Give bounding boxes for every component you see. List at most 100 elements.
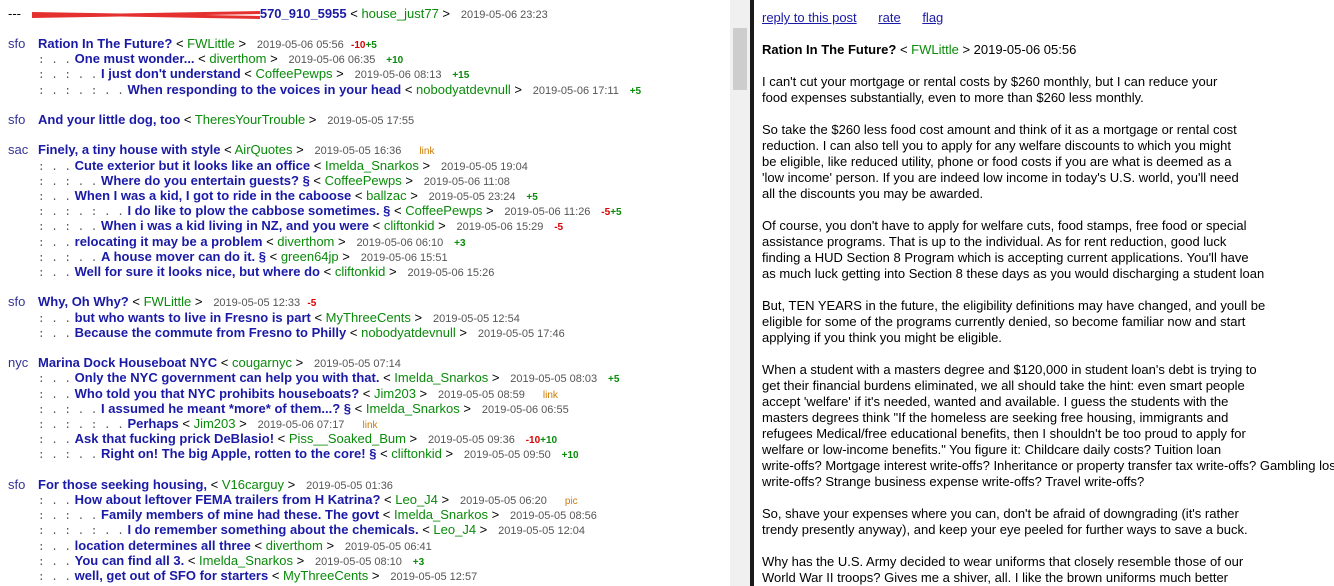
- reply-author[interactable]: Leo_J4: [433, 522, 476, 537]
- thread-author[interactable]: TheresYourTrouble: [195, 112, 305, 127]
- post-title: Ration In The Future?: [762, 42, 897, 57]
- reply-title[interactable]: I do remember something about the chemic…: [127, 522, 418, 537]
- reply-title[interactable]: One must wonder...: [75, 51, 195, 66]
- post-body-line: masters degrees think "If the homeless a…: [762, 410, 1229, 425]
- reply-author[interactable]: Piss__Soaked_Bum: [289, 431, 406, 446]
- thread-author[interactable]: V16carguy: [222, 477, 284, 492]
- reply-title[interactable]: Ask that fucking prick DeBlasio!: [75, 431, 274, 446]
- reply-score: +10: [386, 55, 404, 67]
- reply-tag[interactable]: link: [363, 420, 378, 431]
- reply-date: 2019-05-06 15:26: [407, 267, 495, 279]
- reply-author[interactable]: nobodyatdevnull: [361, 325, 456, 340]
- thread-title[interactable]: For those seeking housing,: [38, 477, 207, 492]
- reply-author[interactable]: CoffeePewps: [405, 203, 482, 218]
- reply-score: +15: [452, 70, 470, 82]
- reply-author[interactable]: Imelda_Snarkos: [394, 370, 488, 385]
- reply-author[interactable]: diverthom: [209, 51, 266, 66]
- reply-title[interactable]: relocating it may be a problem: [75, 234, 263, 249]
- reply-author[interactable]: ballzac: [366, 188, 406, 203]
- reply-date: 2019-05-05 06:41: [344, 540, 432, 553]
- reply-score: +5: [526, 192, 538, 203]
- reply-author[interactable]: CoffeePewps: [325, 173, 402, 188]
- reply-indent: : . .: [38, 161, 72, 174]
- reply-author[interactable]: MyThreeCents: [326, 310, 411, 325]
- reply-title[interactable]: I just don't understand: [101, 66, 241, 81]
- reply-tag[interactable]: link: [543, 390, 558, 401]
- category-code: sfo: [8, 36, 26, 51]
- pane-divider: [750, 0, 754, 586]
- post-body-line: assistance programs. That is up to the i…: [762, 234, 1227, 249]
- scrollbar[interactable]: [730, 0, 750, 586]
- reply-title[interactable]: location determines all three: [75, 538, 251, 553]
- reply-title[interactable]: You can find all 3.: [75, 553, 185, 568]
- thread-title[interactable]: Why, Oh Why?: [38, 294, 129, 309]
- thread-title[interactable]: Ration In The Future?: [38, 36, 172, 51]
- reply-title[interactable]: Cute exterior but it looks like an offic…: [75, 158, 311, 173]
- reply-title[interactable]: Perhaps: [127, 416, 178, 431]
- post-body-line: finding a HUD Section 8 Program which is…: [762, 250, 1249, 265]
- reply-title[interactable]: well, get out of SFO for starters: [75, 568, 269, 583]
- reply-author[interactable]: Imelda_Snarkos: [394, 507, 488, 522]
- reply-title[interactable]: Because the commute from Fresno to Phill…: [75, 325, 347, 340]
- reply-tag[interactable]: pic: [565, 496, 578, 507]
- reply-author[interactable]: CoffeePewps: [255, 66, 332, 81]
- reply-title[interactable]: When I was a kid, I got to ride in the c…: [75, 188, 352, 203]
- reply-date: 2019-05-05 23:24: [428, 191, 516, 203]
- rate-link[interactable]: rate: [878, 10, 900, 25]
- reply-title[interactable]: I assumed he meant *more* of them...? §: [101, 401, 351, 416]
- reply-date: 2019-05-06 11:08: [423, 175, 510, 188]
- reply-author[interactable]: nobodyatdevnull: [416, 82, 511, 97]
- thread-tag[interactable]: link: [419, 146, 434, 157]
- thread-author[interactable]: cougarnyc: [232, 355, 292, 370]
- reply-title[interactable]: but who wants to live in Fresno is part: [75, 310, 311, 325]
- reply-title[interactable]: Where do you entertain guests? §: [101, 173, 310, 188]
- thread-author[interactable]: AirQuotes: [235, 142, 293, 157]
- category-code: nyc: [8, 355, 29, 371]
- top-post-author[interactable]: house_just77: [361, 6, 438, 21]
- flag-link[interactable]: flag: [922, 10, 943, 25]
- thread-title[interactable]: Marina Dock Houseboat NYC: [38, 355, 217, 370]
- thread-author[interactable]: FWLittle: [144, 294, 192, 309]
- reply-title[interactable]: Who told you that NYC prohibits houseboa…: [75, 386, 360, 401]
- reply-title[interactable]: Well for sure it looks nice, but where d…: [75, 264, 320, 279]
- reply-title[interactable]: I do like to plow the cabbose sometimes.…: [127, 203, 390, 218]
- reply-title[interactable]: A house mover can do it. §: [101, 249, 266, 264]
- reply-indent: : . .: [38, 55, 72, 68]
- reply-title[interactable]: Only the NYC government can help you wit…: [75, 370, 380, 385]
- redacted-scribble: [31, 10, 260, 20]
- reply-author[interactable]: MyThreeCents: [283, 568, 368, 583]
- reply-author[interactable]: Leo_J4: [395, 492, 438, 507]
- post-author[interactable]: FWLittle: [911, 42, 959, 57]
- reply-score: -5: [554, 222, 564, 234]
- thread-title[interactable]: Finely, a tiny house with style: [38, 142, 221, 157]
- post-body-line: get their financial burdens eliminated, …: [762, 378, 1245, 393]
- thread-title[interactable]: And your little dog, too: [38, 112, 180, 127]
- reply-author[interactable]: green64jp: [281, 249, 339, 264]
- reply-author[interactable]: cliftonkid: [384, 218, 435, 233]
- reply-author[interactable]: Jim203: [374, 386, 416, 401]
- reply-title[interactable]: Family members of mine had these. The go…: [101, 507, 379, 522]
- post-body-line: 'low income' person. If you are indeed l…: [762, 170, 1239, 185]
- reply-title[interactable]: Right on! The big Apple, rotten to the c…: [101, 446, 376, 461]
- top-post-line[interactable]: --- 570_910_5955 < house_just77 > 2019-0…: [8, 6, 548, 21]
- reply-title[interactable]: How about leftover FEMA trailers from H …: [75, 492, 381, 507]
- reply-indent: : . : . : . .: [38, 85, 124, 98]
- reply-indent: : . .: [38, 374, 72, 387]
- reply-author[interactable]: cliftonkid: [391, 446, 442, 461]
- reply-title[interactable]: When responding to the voices in your he…: [127, 82, 401, 97]
- reply-author[interactable]: Imelda_Snarkos: [366, 401, 460, 416]
- top-post-title-suffix[interactable]: 570_910_5955: [260, 6, 347, 21]
- thread-author[interactable]: FWLittle: [187, 36, 235, 51]
- reply-link[interactable]: reply to this post: [762, 10, 857, 25]
- reply-title[interactable]: When i was a kid living in NZ, and you w…: [101, 218, 369, 233]
- reply-author[interactable]: Imelda_Snarkos: [325, 158, 419, 173]
- reply-date: 2019-05-05 08:10: [315, 555, 402, 568]
- reply-author[interactable]: diverthom: [266, 538, 323, 553]
- reply-score: +5: [608, 374, 620, 386]
- scrollbar-thumb[interactable]: [733, 28, 747, 90]
- reply-author[interactable]: Jim203: [194, 416, 236, 431]
- reply-author[interactable]: Imelda_Snarkos: [199, 553, 293, 568]
- reply-author[interactable]: diverthom: [277, 234, 334, 249]
- reply-author[interactable]: cliftonkid: [335, 264, 386, 279]
- thread-score-2: +5: [365, 40, 377, 51]
